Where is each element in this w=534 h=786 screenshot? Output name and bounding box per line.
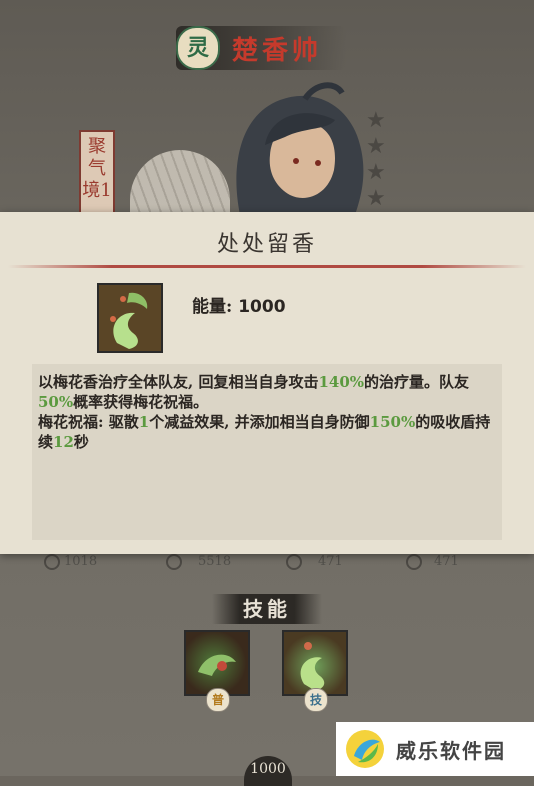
watermark: 威乐软件园 (336, 722, 534, 776)
skill-type-badge-normal: 普 (206, 688, 230, 712)
star-rating: ★ ★ ★ ★ (366, 108, 390, 212)
skill-description: 以梅花香治疗全体队友, 回复相当自身攻击140%的治疗量。队友50%概率获得梅花… (32, 364, 502, 540)
watermark-text: 威乐软件园 (396, 739, 506, 763)
skills-heading: 技能 (212, 594, 322, 624)
skill-slot-special[interactable] (282, 630, 348, 696)
star-icon: ★ (366, 134, 386, 159)
hero-name: 楚香帅 (232, 36, 323, 66)
title-divider (8, 265, 526, 268)
skill-slot-normal[interactable] (184, 630, 250, 696)
defense-icon (286, 554, 302, 570)
speed-icon (406, 554, 422, 570)
hero-type-badge: 灵 (176, 26, 220, 70)
modal-title: 处处留香 (216, 232, 317, 257)
bottom-counter: 1000 (244, 756, 292, 786)
star-icon: ★ (366, 160, 386, 185)
skill-special-icon (300, 642, 325, 690)
skill-description-text: 以梅花香治疗全体队友, 回复相当自身攻击140%的治疗量。队友50%概率获得梅花… (38, 373, 491, 451)
skill-type-badge-special: 技 (304, 688, 328, 712)
watermark-logo-icon (346, 730, 384, 768)
skill-detail-icon (97, 283, 163, 353)
hero-portrait (236, 82, 364, 215)
attack-value: 1018 (64, 554, 98, 569)
hero-realm-label: 聚气境1 (79, 130, 115, 216)
defense-value: 471 (318, 554, 343, 569)
star-icon: ★ (366, 186, 386, 211)
energy-info: 能量: 1000 (192, 292, 286, 317)
speed-value: 471 (434, 554, 459, 569)
hp-icon (166, 554, 182, 570)
skill-detail-modal: 处处留香 能量: 1000 以梅花香治疗全体队友, 回复相当自身攻击140%的治… (0, 212, 534, 554)
skill-normal-icon (198, 654, 236, 676)
attack-icon (44, 554, 60, 570)
hp-value: 5518 (198, 554, 232, 569)
hero-stats-row: 1018 5518 471 471 (0, 554, 534, 574)
energy-value: 1000 (238, 297, 286, 317)
energy-label: 能量: (192, 297, 233, 317)
star-icon: ★ (366, 108, 386, 133)
